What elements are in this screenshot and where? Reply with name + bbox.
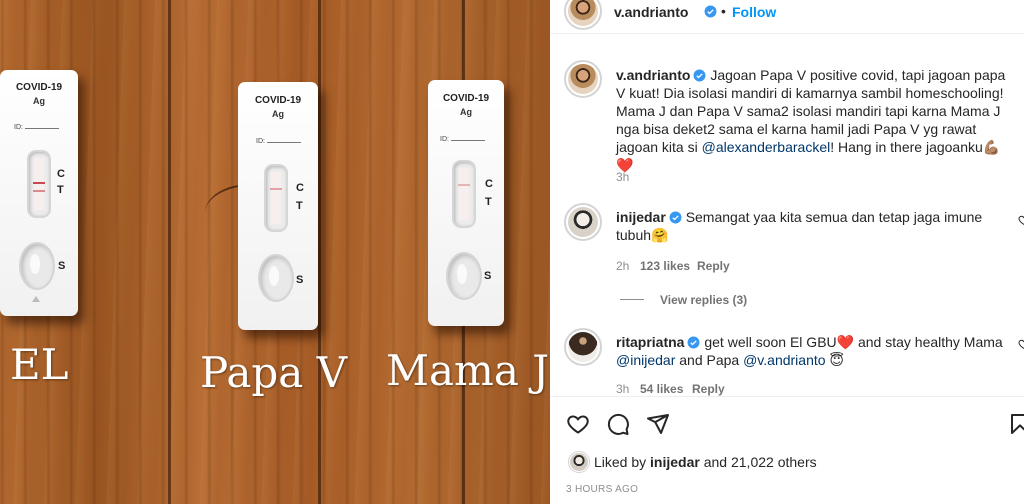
test-subtitle: Ag [33,96,45,106]
comment-text-end: 😇 [825,352,845,368]
comment-text: get well soon El GBU❤️ and stay healthy … [704,334,1003,350]
test-result-window [264,164,288,232]
post-details-panel: v.andrianto • Follow v.andrianto Jagoan … [550,0,1024,504]
commenter-avatar[interactable] [564,328,602,366]
test-result-window [27,150,51,218]
test-c-label: C [57,168,65,180]
test-sample-well [446,252,482,300]
heart-icon[interactable] [566,412,590,436]
comment-icon[interactable] [606,412,630,436]
comment-text-mid: and Papa [675,352,744,368]
header-separator: • [721,3,726,19]
covid-test-mama-j: COVID-19 Ag ID: C T S [428,80,504,326]
test-title: COVID-19 [254,95,302,106]
view-replies-button[interactable]: View replies (3) [660,293,747,307]
liked-by-prefix: Liked by [594,454,651,470]
caption-time: 3h [616,170,630,184]
covid-test-papa-v: COVID-19 Ag ID: C T S [238,82,318,330]
follow-button[interactable]: Follow [732,4,776,20]
post-timestamp[interactable]: 3 HOURS AGO [566,484,638,495]
test-s-label: S [484,270,492,282]
header-divider [550,33,1024,34]
replies-line [620,299,644,300]
covid-test-el: COVID-19 Ag ID: C T S [0,70,78,316]
liked-by-text: Liked by inijedar and 21,022 others [594,453,817,471]
test-arrow-mark [32,296,40,302]
caption-author-avatar[interactable] [564,60,602,98]
bookmark-icon[interactable] [1008,412,1024,436]
test-t-label: T [296,200,303,212]
test-sample-well [258,254,294,302]
wood-plank-seam [168,0,171,504]
author-username[interactable]: v.andrianto [614,4,688,20]
photo-caption-el: EL [10,340,69,389]
photo-caption-mama-j: Mama J [386,346,550,395]
photo-caption-papa-v: Papa V [200,348,348,397]
commenter-avatar[interactable] [564,203,602,241]
post-photo[interactable]: COVID-19 Ag ID: C T S COVID-19 Ag ID: C … [0,0,550,504]
test-t-label: T [57,184,64,196]
comment-time: 2h [616,259,630,273]
comment-like-heart-icon[interactable] [1018,214,1024,226]
liked-by-user[interactable]: inijedar [650,454,700,470]
share-icon[interactable] [646,412,670,436]
comment-time: 3h [616,382,630,396]
test-subtitle: Ag [272,109,284,119]
caption-username[interactable]: v.andrianto [616,67,690,83]
test-subtitle: Ag [460,107,472,117]
verified-badge-icon [669,211,682,224]
test-result-window [452,160,476,228]
comment-body: inijedar Semangat yaa kita semua dan tet… [616,208,986,244]
test-id-label: ID: [14,124,59,131]
test-s-label: S [296,274,304,286]
verified-badge-icon [688,336,700,349]
comment-likes[interactable]: 54 likes [640,382,683,396]
test-id-label: ID: [256,138,301,145]
liked-by-avatar[interactable] [568,451,590,473]
test-sample-well [19,242,55,290]
comment-reply-button[interactable]: Reply [692,382,725,396]
verified-badge-icon [704,5,717,18]
test-t-label: T [485,196,492,208]
test-c-label: C [485,178,493,190]
caption-body: v.andrianto Jagoan Papa V positive covid… [616,66,1016,174]
liked-by-count[interactable]: 21,022 others [731,454,817,470]
caption-mention[interactable]: @alexanderbarackel [702,139,831,155]
comment-like-heart-icon[interactable] [1018,338,1024,350]
comment-likes[interactable]: 123 likes [640,259,690,273]
comment-mention[interactable]: @inijedar [616,352,675,368]
test-s-label: S [58,260,66,272]
comment-reply-button[interactable]: Reply [697,259,730,273]
test-c-label: C [296,182,304,194]
test-id-label: ID: [440,136,485,143]
wood-plank-seam [318,0,321,504]
author-avatar[interactable] [564,0,602,30]
comment-username[interactable]: ritapriatna [616,334,684,350]
comment-username[interactable]: inijedar [616,209,666,225]
comment-mention[interactable]: @v.andrianto [743,352,825,368]
test-title: COVID-19 [15,82,63,93]
liked-by-middle: and [699,454,731,470]
action-section: Liked by inijedar and 21,022 others 3 HO… [550,396,1024,504]
test-title: COVID-19 [442,93,490,104]
verified-badge-icon [693,69,706,82]
comment-body: ritapriatna get well soon El GBU❤️ and s… [616,333,1006,369]
